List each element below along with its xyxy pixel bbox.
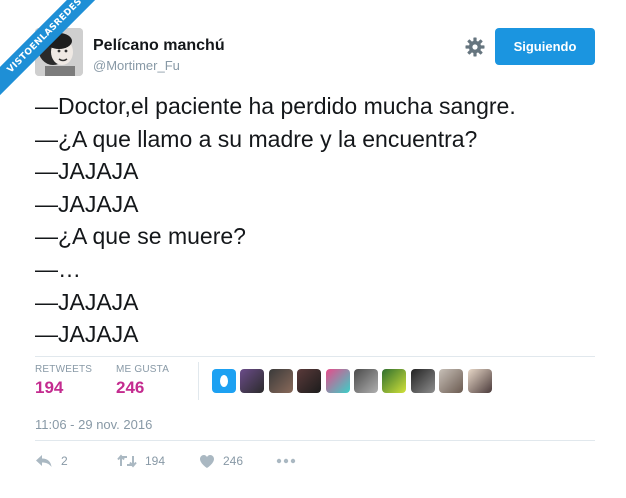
tweet-card: VISTOENLASREDES Pelícano manchú @Mortime… [0,0,626,498]
tweet-timestamp[interactable]: 11:06 - 29 nov. 2016 [35,417,152,432]
retweet-action[interactable]: 194 [117,452,165,470]
like-count: 246 [223,454,244,468]
liker-avatar-1[interactable] [212,369,236,393]
retweets-count: 194 [35,378,64,397]
liker-avatar-2[interactable] [240,369,265,393]
retweets-label: RETWEETS [35,364,93,375]
stats-divider [198,362,199,400]
liker-avatar-10[interactable] [467,369,492,393]
retweets-stat[interactable]: RETWEETS 194 [35,364,92,398]
tweet-line: —JAJAJA [35,321,139,348]
tweet-line: —JAJAJA [35,190,139,217]
retweet-icon [117,454,137,468]
retweet-count: 194 [145,454,166,468]
liker-avatar-5[interactable] [325,369,350,393]
liker-avatar-9[interactable] [439,369,464,393]
tweet-line: —JAJAJA [35,158,139,185]
following-button[interactable]: Siguiendo [495,28,595,65]
divider [35,440,595,441]
likes-count: 246 [116,378,145,397]
user-handle[interactable]: @Mortimer_Fu [93,58,180,73]
reply-icon [36,455,52,467]
liker-avatar-7[interactable] [382,369,407,393]
liker-avatar-4[interactable] [297,369,322,393]
tweet-line: —… [35,255,81,282]
tweet-line: —¿A que se muere? [35,223,246,250]
like-action[interactable]: 246 [199,452,243,470]
tweet-line: —¿A que llamo a su madre y la encuentra? [35,125,478,152]
liker-avatar-8[interactable] [410,369,435,393]
likes-label: ME GUSTA [116,364,170,375]
tweet-text: —Doctor,el paciente ha perdido mucha san… [35,90,605,351]
reply-action[interactable]: 2 [35,452,68,470]
more-action[interactable] [276,452,296,470]
liker-avatar-6[interactable] [354,369,378,393]
liker-avatar-3[interactable] [268,369,293,393]
likes-stat[interactable]: ME GUSTA 246 [116,364,169,398]
tweet-line: —Doctor,el paciente ha perdido mucha san… [35,93,516,119]
tweet-line: —JAJAJA [35,288,139,315]
divider [35,356,595,357]
reply-count: 2 [61,454,68,468]
user-display-name[interactable]: Pelícano manchú [93,37,225,55]
heart-icon [200,454,214,468]
watermark-text: VISTOENLASREDES [0,0,96,96]
gear-icon[interactable] [464,36,486,58]
more-icon [276,458,296,464]
watermark-ribbon: VISTOENLASREDES [0,0,96,96]
